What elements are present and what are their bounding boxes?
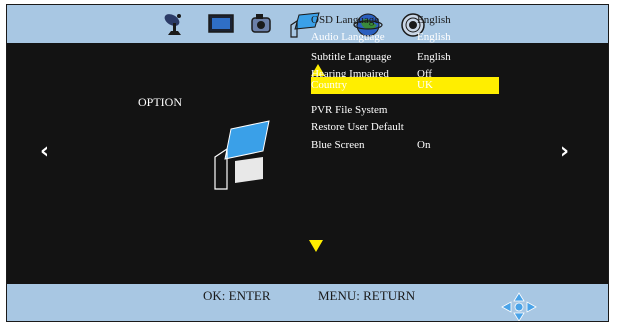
- scroll-down-icon[interactable]: [309, 239, 323, 257]
- main-panel: OPTION ‹ ›: [7, 43, 608, 284]
- menu-item-value: English: [417, 31, 451, 43]
- menu-item-restore-user-default[interactable]: Restore User Default: [311, 119, 499, 136]
- menu-item-value: English: [417, 51, 451, 63]
- bottom-hint-bar: OK: ENTER MENU: RETURN: [7, 284, 608, 321]
- navigation-pad-icon: [501, 292, 537, 321]
- menu-item-label: Subtitle Language: [311, 51, 392, 63]
- menu-item-pvr-file-system[interactable]: PVR File System: [311, 102, 499, 119]
- menu-item-osd-language[interactable]: OSD Language English: [311, 12, 499, 29]
- menu-item-value: UK: [417, 79, 433, 91]
- menu-item-label: PVR File System: [311, 104, 388, 116]
- menu-item-audio-language[interactable]: Audio Language English: [311, 29, 499, 46]
- enter-hint: OK: ENTER: [203, 288, 271, 303]
- menu-item-label: Country: [311, 79, 348, 91]
- section-title: OPTION: [138, 95, 182, 109]
- camera-icon[interactable]: [249, 11, 275, 42]
- tv-screen-icon[interactable]: [208, 14, 234, 39]
- menu-item-value: English: [417, 14, 451, 26]
- return-hint: MENU: RETURN: [318, 288, 416, 303]
- top-icon-bar: [7, 5, 608, 43]
- menu-item-subtitle-language[interactable]: Subtitle Language English: [311, 49, 499, 66]
- menu-item-label: Blue Screen: [311, 139, 365, 151]
- menu-item-label: OSD Language: [311, 14, 380, 26]
- menu-item-label: Restore User Default: [311, 121, 404, 133]
- menu-item-label: Audio Language: [311, 31, 385, 43]
- option-illustration-icon: [205, 117, 271, 196]
- chevron-right-icon[interactable]: ›: [560, 139, 569, 164]
- menu-item-value: On: [417, 139, 431, 151]
- chevron-left-icon[interactable]: ‹: [40, 139, 49, 164]
- menu-item-country[interactable]: Country UK: [311, 77, 499, 94]
- satellite-icon[interactable]: [162, 11, 188, 42]
- tv-menu-screen: OPTION ‹ › OSD Language English Audio La…: [6, 4, 609, 322]
- menu-item-blue-screen[interactable]: Blue Screen On: [311, 137, 499, 154]
